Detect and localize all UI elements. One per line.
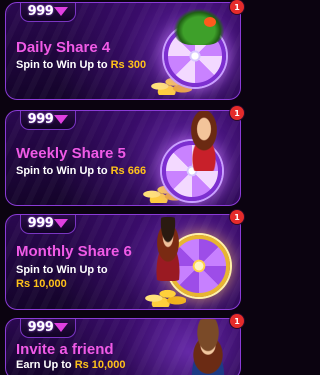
promo-card-weekly-share[interactable]: 999 Weekly Share 5 Spin to Win Up to Rs …: [5, 110, 241, 206]
dragon-icon: [174, 9, 224, 45]
promo-amount: Rs 10,000: [74, 359, 126, 371]
promo-amount: Rs 300: [110, 59, 147, 71]
pirate-character-icon: [146, 217, 190, 281]
promotions-feed: 999 Daily Share 4 Spin to Win Up to Rs 3…: [0, 0, 250, 375]
brand-logo: 999: [20, 111, 76, 130]
logo-v-icon: [54, 219, 69, 228]
promo-title: Weekly Share 5: [16, 145, 126, 162]
woman-character-icon: [178, 111, 230, 171]
notification-badge: 1: [230, 0, 244, 14]
pilot-character-icon: [180, 319, 236, 375]
brand-logo: 999: [20, 3, 76, 22]
brand-logo: 999: [20, 319, 76, 338]
promo-card-daily-share[interactable]: 999 Daily Share 4 Spin to Win Up to Rs 3…: [5, 2, 241, 100]
promo-subtitle: Earn Up to Rs 10,000: [16, 359, 125, 371]
logo-number: 999: [27, 4, 54, 19]
promo-amount: Rs 10,000: [16, 278, 67, 290]
promo-subtitle-text: Spin to Win Up to: [16, 165, 108, 177]
logo-v-icon: [54, 323, 69, 332]
promo-title: Daily Share 4: [16, 39, 111, 56]
promo-subtitle: Spin to Win Up to Rs 10,000: [16, 263, 108, 291]
notification-badge: 1: [230, 210, 244, 224]
logo-number: 999: [27, 216, 54, 231]
notification-badge: 1: [230, 106, 244, 120]
notification-badge: 1: [230, 314, 244, 328]
logo-v-icon: [54, 115, 69, 124]
logo-number: 999: [27, 112, 54, 127]
promo-title: Invite a friend: [16, 341, 114, 358]
promo-subtitle-text: Earn Up to: [16, 359, 72, 371]
promo-title: Monthly Share 6: [16, 243, 132, 260]
promo-card-monthly-share[interactable]: 999 Monthly Share 6 Spin to Win Up to Rs…: [5, 214, 241, 310]
promo-amount: Rs 666: [110, 165, 147, 177]
promo-subtitle: Spin to Win Up to Rs 300: [16, 59, 146, 71]
logo-v-icon: [54, 7, 69, 16]
promo-subtitle-text: Spin to Win Up to: [16, 59, 108, 71]
promo-subtitle: Spin to Win Up to Rs 666: [16, 165, 146, 177]
logo-number: 999: [27, 320, 54, 335]
promo-card-invite-friend[interactable]: 999 Invite a friend Earn Up to Rs 10,000: [5, 318, 241, 375]
brand-logo: 999: [20, 215, 76, 234]
promo-subtitle-text: Spin to Win Up to: [16, 264, 108, 276]
